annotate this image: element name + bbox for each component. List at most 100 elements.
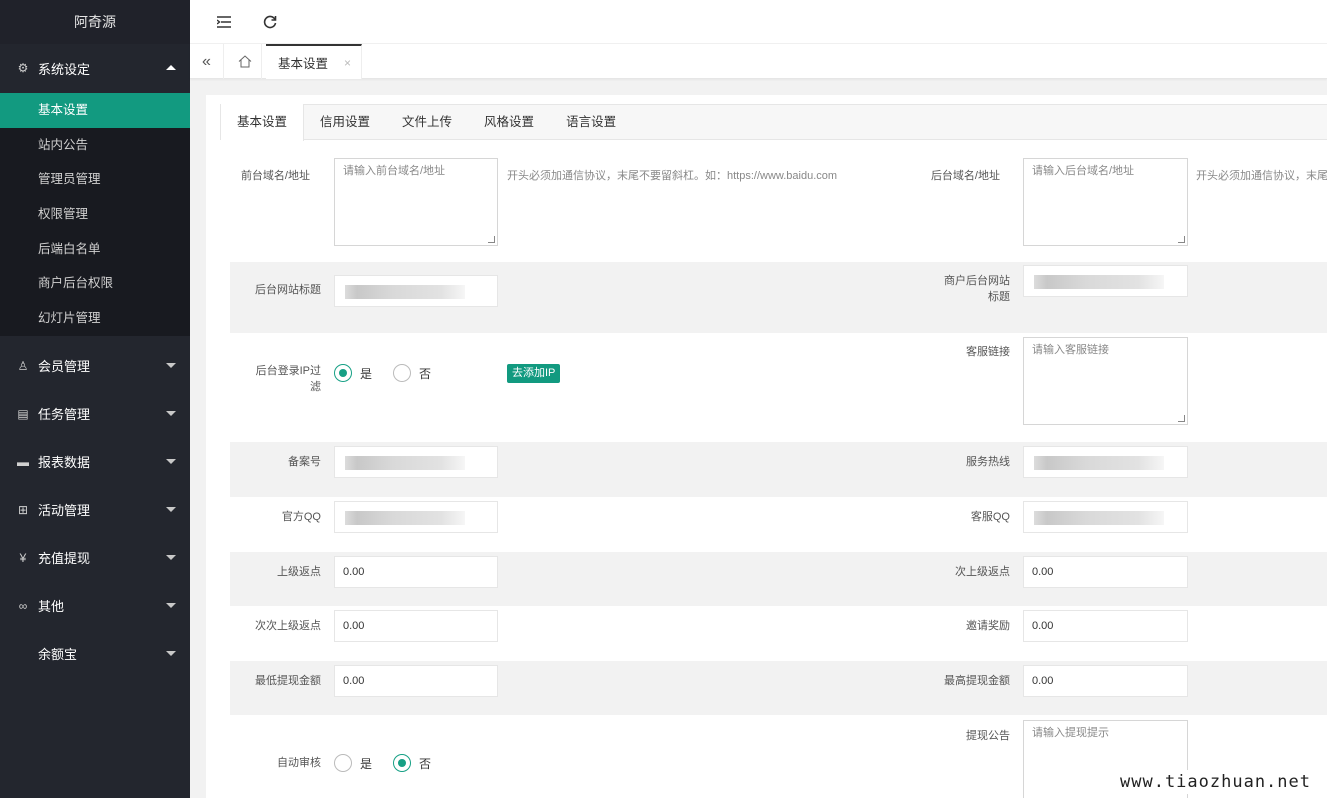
page-tabs-bar: « 基本设置 × xyxy=(190,44,1327,79)
form-row-rebate-1: 上级返点 0.00 次上级返点 0.00 xyxy=(230,552,1327,606)
service-link-field[interactable]: 请输入客服链接 xyxy=(1023,337,1188,425)
backend-domain-field[interactable]: 请输入后台域名/地址 xyxy=(1023,158,1188,246)
link-icon: ∞ xyxy=(18,598,28,613)
radio-label: 否 xyxy=(419,756,432,771)
site-title-input[interactable] xyxy=(334,275,498,307)
second-rebate-input[interactable]: 0.00 xyxy=(1023,556,1188,588)
auto-review-yes-radio[interactable]: 是 xyxy=(334,754,372,772)
sidebar-item-basic-settings[interactable]: 基本设置 xyxy=(0,93,190,128)
hotline-label: 服务热线 xyxy=(966,456,1010,468)
official-qq-input[interactable] xyxy=(334,501,498,533)
sidebar-item-announcements[interactable]: 站内公告 xyxy=(0,128,190,163)
merchant-title-label: 商户后台网站 标题 xyxy=(920,273,1010,305)
book-icon: ⊞ xyxy=(17,502,29,517)
menu-fold-icon[interactable] xyxy=(214,12,234,32)
refresh-icon[interactable] xyxy=(260,12,280,32)
max-withdraw-label: 最高提现金额 xyxy=(944,675,1010,687)
backend-domain-hint: 开头必须加通信协议，末尾不 xyxy=(1196,170,1327,182)
nav-group-label: 会员管理 xyxy=(38,359,91,375)
sidebar-item-slides[interactable]: 幻灯片管理 xyxy=(0,301,190,336)
sidebar-item-merchant-permissions[interactable]: 商户后台权限 xyxy=(0,266,190,301)
radio-dot xyxy=(393,754,411,772)
third-rebate-label: 次次上级返点 xyxy=(255,620,321,632)
nav-group-tasks[interactable]: ▤ 任务管理 xyxy=(0,390,190,438)
ip-filter-no-radio[interactable]: 否 xyxy=(393,364,431,382)
merchant-title-label-line1: 商户后台网站 xyxy=(944,275,1010,287)
caret-up-icon xyxy=(166,65,176,70)
caret-down-icon xyxy=(166,362,176,368)
nav-group-label: 任务管理 xyxy=(38,407,91,423)
withdraw-notice-label: 提现公告 xyxy=(966,730,1010,742)
double-chevron-left-icon[interactable]: « xyxy=(190,44,224,79)
form-row-domains: 前台域名/地址 请输入前台域名/地址 开头必须加通信协议，末尾不要留斜杠。如：h… xyxy=(230,158,1327,262)
tab-credit[interactable]: 信用设置 xyxy=(304,105,386,141)
icp-label: 备案号 xyxy=(288,456,321,468)
nav-group-label: 余额宝 xyxy=(38,647,78,663)
nav-group-recharge[interactable]: ¥ 充值提现 xyxy=(0,534,190,582)
tab-upload[interactable]: 文件上传 xyxy=(386,105,468,141)
close-icon[interactable]: × xyxy=(344,56,351,70)
add-ip-button[interactable]: 去添加IP xyxy=(507,364,561,383)
second-rebate-label: 次上级返点 xyxy=(955,566,1010,578)
backend-domain-label: 后台域名/地址 xyxy=(930,170,1000,182)
watermark: www.tiaozhuan.net xyxy=(1114,770,1317,794)
max-withdraw-input[interactable]: 0.00 xyxy=(1023,665,1188,697)
sidebar-item-whitelist[interactable]: 后端白名单 xyxy=(0,232,190,267)
nav-group-system[interactable]: ⚙ 系统设定 xyxy=(0,44,190,92)
nav-group-label: 报表数据 xyxy=(38,455,91,471)
gear-icon: ⚙ xyxy=(17,61,29,75)
service-link-label: 客服链接 xyxy=(966,346,1010,358)
hotline-input[interactable] xyxy=(1023,446,1188,478)
third-rebate-input[interactable]: 0.00 xyxy=(334,610,498,642)
merchant-title-input[interactable] xyxy=(1023,265,1188,297)
chart-icon: ▬ xyxy=(17,454,29,469)
caret-down-icon xyxy=(166,458,176,464)
home-icon[interactable] xyxy=(228,44,262,79)
main-content: 基本设置 信用设置 文件上传 风格设置 语言设置 前台域名/地址 请输入前台域名… xyxy=(206,95,1327,798)
page-tab-basic-settings[interactable]: 基本设置 × xyxy=(266,44,362,79)
radio-label: 否 xyxy=(419,366,432,381)
service-qq-label: 客服QQ xyxy=(970,511,1010,523)
min-withdraw-label: 最低提现金额 xyxy=(255,675,321,687)
caret-down-icon xyxy=(166,602,176,608)
nav-group-balance[interactable]: 余额宝 xyxy=(0,630,190,678)
form-row-withdraw-limits: 最低提现金额 0.00 最高提现金额 0.00 xyxy=(230,661,1327,715)
user-icon: ♙ xyxy=(17,358,29,373)
radio-dot xyxy=(393,364,411,382)
caret-down-icon xyxy=(166,650,176,656)
form-row-qq: 官方QQ 客服QQ xyxy=(230,497,1327,552)
form-row-ip-filter: 后台登录IP过 滤 是 否 去添加IP 客服链接 请输入客服链接 xyxy=(230,333,1327,442)
auto-review-no-radio[interactable]: 否 xyxy=(393,754,431,772)
nav-group-other[interactable]: ∞ 其他 xyxy=(0,582,190,630)
ip-filter-label-line1: 后台登录IP过 xyxy=(255,365,321,377)
invite-reward-input[interactable]: 0.00 xyxy=(1023,610,1188,642)
upper-rebate-input[interactable]: 0.00 xyxy=(334,556,498,588)
nav-group-label: 充值提现 xyxy=(38,551,91,567)
service-qq-input[interactable] xyxy=(1023,501,1188,533)
tab-basic[interactable]: 基本设置 xyxy=(221,104,305,141)
official-qq-label: 官方QQ xyxy=(281,511,321,523)
yen-icon: ¥ xyxy=(19,550,27,565)
radio-label: 是 xyxy=(360,756,373,771)
frontend-domain-field[interactable]: 请输入前台域名/地址 xyxy=(334,158,498,246)
nav-group-activities[interactable]: ⊞ 活动管理 xyxy=(0,486,190,534)
caret-down-icon xyxy=(166,410,176,416)
min-withdraw-input[interactable]: 0.00 xyxy=(334,665,498,697)
settings-card: 基本设置 信用设置 文件上传 风格设置 语言设置 前台域名/地址 请输入前台域名… xyxy=(220,104,1327,798)
system-subnav: 基本设置 站内公告 管理员管理 权限管理 后端白名单 商户后台权限 幻灯片管理 xyxy=(0,93,190,336)
tab-style[interactable]: 风格设置 xyxy=(468,105,550,141)
form-row-icp: 备案号 服务热线 xyxy=(230,442,1327,497)
radio-dot xyxy=(334,364,352,382)
radio-dot xyxy=(334,754,352,772)
nav-group-label: 其他 xyxy=(38,599,65,615)
sidebar-item-admins[interactable]: 管理员管理 xyxy=(0,162,190,197)
sidebar-item-permissions[interactable]: 权限管理 xyxy=(0,197,190,232)
icp-input[interactable] xyxy=(334,446,498,478)
tab-language[interactable]: 语言设置 xyxy=(550,105,632,141)
nav-group-reports[interactable]: ▬ 报表数据 xyxy=(0,438,190,486)
caret-down-icon xyxy=(166,506,176,512)
merchant-title-label-line2: 标题 xyxy=(988,291,1010,303)
nav-group-label: 系统设定 xyxy=(38,61,91,77)
ip-filter-yes-radio[interactable]: 是 xyxy=(334,364,372,382)
nav-group-members[interactable]: ♙ 会员管理 xyxy=(0,342,190,390)
